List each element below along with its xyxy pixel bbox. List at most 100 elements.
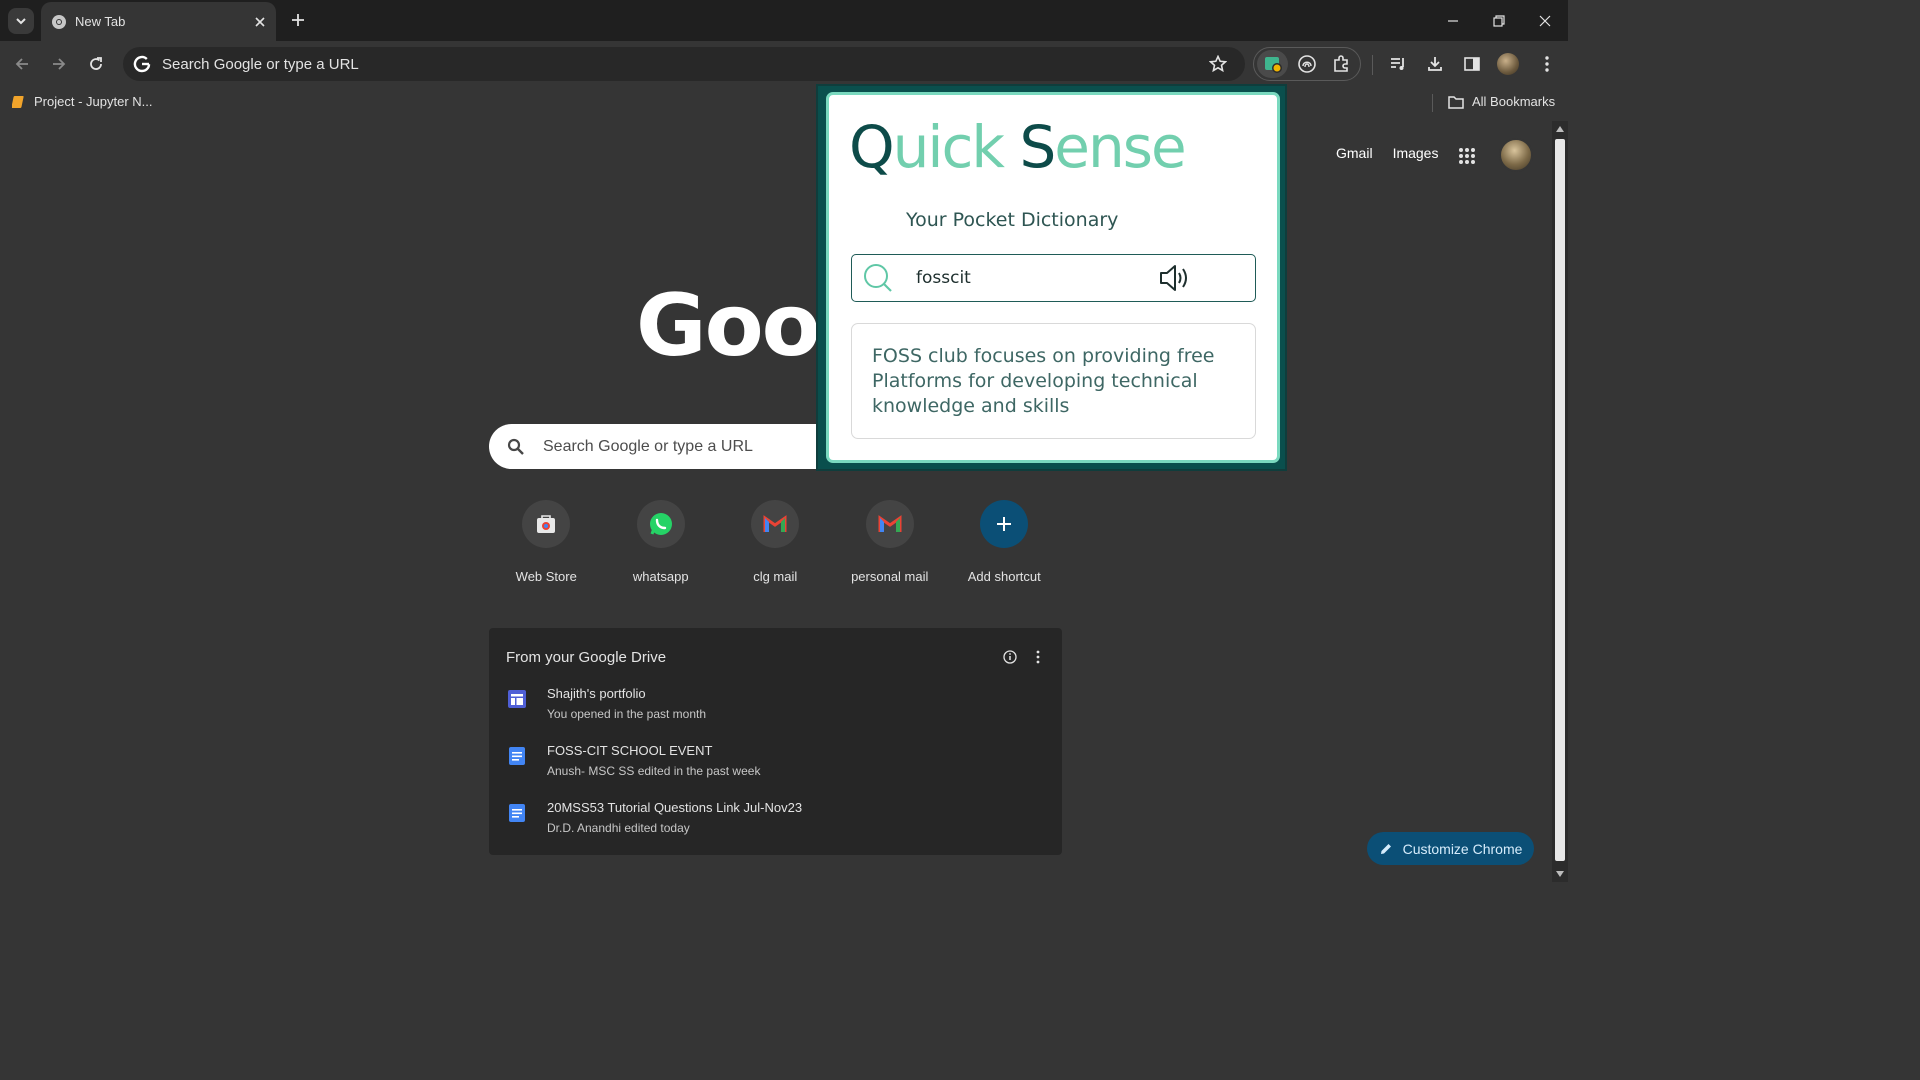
chrome-menu-button[interactable] bbox=[1535, 52, 1559, 76]
customize-chrome-label: Customize Chrome bbox=[1402, 840, 1523, 857]
shortcut-tile bbox=[751, 500, 800, 548]
side-panel-button[interactable] bbox=[1460, 52, 1484, 76]
side-panel-icon bbox=[1464, 57, 1480, 71]
shortcut-clg-mail[interactable]: clg mail bbox=[718, 500, 833, 584]
tab-strip: New Tab bbox=[0, 0, 1568, 41]
all-bookmarks-label: All Bookmarks bbox=[1472, 94, 1556, 109]
word-search-input[interactable]: fosscit bbox=[916, 268, 1155, 288]
quick-sense-extension-icon[interactable] bbox=[1257, 50, 1289, 78]
customize-chrome-button[interactable]: Customize Chrome bbox=[1367, 832, 1534, 865]
tab-new-tab[interactable]: New Tab bbox=[41, 2, 276, 41]
shortcut-label: personal mail bbox=[851, 569, 929, 584]
toolbar: Search Google or type a URL bbox=[0, 41, 1568, 87]
docs-icon bbox=[509, 804, 525, 822]
search-icon bbox=[489, 438, 543, 456]
shortcut-label: clg mail bbox=[753, 569, 798, 584]
drive-item[interactable]: 20MSS53 Tutorial Questions Link Jul-Nov2… bbox=[507, 800, 802, 835]
extensions-group bbox=[1253, 47, 1361, 81]
word-search-field[interactable]: fosscit bbox=[851, 254, 1256, 302]
pencil-icon bbox=[1380, 843, 1391, 854]
bookmark-label: Project - Jupyter N... bbox=[34, 94, 153, 109]
shortcut-label: Web Store bbox=[515, 569, 577, 584]
restore-button[interactable] bbox=[1476, 0, 1522, 41]
shortcut-label: Add shortcut bbox=[967, 569, 1041, 584]
drive-item[interactable]: FOSS-CIT SCHOOL EVENT Anush- MSC SS edit… bbox=[507, 743, 760, 778]
shortcuts-row: Web Store whatsapp clg mail personal mai… bbox=[489, 500, 1062, 584]
close-window-button[interactable] bbox=[1522, 0, 1568, 41]
more-options-icon[interactable] bbox=[1029, 648, 1047, 666]
shortcut-tile bbox=[636, 500, 685, 548]
google-g-icon bbox=[125, 47, 159, 81]
scroll-down-arrow-icon[interactable] bbox=[1556, 870, 1564, 878]
drive-item-name: FOSS-CIT SCHOOL EVENT bbox=[547, 743, 713, 758]
title-uick: uick bbox=[892, 113, 1020, 181]
quick-sense-popup: Quick Sense Your Pocket Dictionary fossc… bbox=[816, 84, 1287, 471]
images-link[interactable]: Images bbox=[1393, 145, 1439, 161]
scroll-thumb[interactable] bbox=[1555, 139, 1565, 861]
page-scrollbar[interactable] bbox=[1552, 121, 1568, 882]
sites-icon bbox=[508, 690, 526, 708]
shortcut-web-store[interactable]: Web Store bbox=[489, 500, 604, 584]
forward-arrow-icon bbox=[53, 58, 66, 70]
gmail-link[interactable]: Gmail bbox=[1336, 145, 1373, 161]
plus-icon bbox=[997, 517, 1012, 531]
fingerprint-extension-icon[interactable] bbox=[1291, 50, 1322, 78]
scroll-up-arrow-icon[interactable] bbox=[1556, 125, 1564, 133]
extensions-puzzle-icon[interactable] bbox=[1326, 50, 1357, 78]
all-bookmarks-button[interactable]: All Bookmarks bbox=[1448, 94, 1555, 109]
info-icon[interactable] bbox=[1001, 648, 1019, 666]
gmail-icon bbox=[878, 515, 902, 532]
gmail-icon bbox=[763, 515, 787, 532]
shortcut-add[interactable]: Add shortcut bbox=[947, 500, 1062, 584]
forward-button[interactable] bbox=[47, 52, 71, 76]
search-icon bbox=[852, 256, 904, 300]
shortcut-tile bbox=[865, 500, 914, 548]
google-apps-button[interactable] bbox=[1455, 144, 1479, 168]
drive-item-activity: You opened in the past month bbox=[547, 707, 707, 721]
shortcut-tile bbox=[980, 500, 1029, 548]
drive-item-activity: Anush- MSC SS edited in the past week bbox=[547, 764, 761, 778]
bookmarks-divider bbox=[1432, 94, 1433, 112]
downloads-button[interactable] bbox=[1423, 52, 1447, 76]
bookmark-jupyter[interactable]: Project - Jupyter N... bbox=[12, 94, 152, 109]
minimize-button[interactable] bbox=[1430, 0, 1476, 41]
tab-search-button[interactable] bbox=[8, 8, 34, 34]
speaker-icon[interactable] bbox=[1155, 258, 1195, 298]
popup-subtitle: Your Pocket Dictionary bbox=[906, 209, 1119, 231]
download-icon bbox=[1428, 57, 1442, 71]
address-bar[interactable]: Search Google or type a URL bbox=[123, 47, 1245, 81]
shortcut-tile bbox=[522, 500, 571, 548]
chevron-down-icon bbox=[16, 18, 26, 25]
profile-avatar[interactable] bbox=[1497, 53, 1519, 75]
restore-icon bbox=[1493, 14, 1505, 27]
folder-icon bbox=[1448, 95, 1464, 109]
tab-title: New Tab bbox=[75, 14, 126, 29]
drive-item-name: 20MSS53 Tutorial Questions Link Jul-Nov2… bbox=[547, 800, 803, 815]
drive-card-title: From your Google Drive bbox=[506, 649, 667, 666]
minimize-icon bbox=[1448, 19, 1458, 22]
media-queue-icon bbox=[1391, 58, 1404, 70]
shortcut-whatsapp[interactable]: whatsapp bbox=[604, 500, 719, 584]
back-arrow-icon bbox=[15, 58, 28, 70]
new-tab-button[interactable] bbox=[288, 10, 308, 30]
account-avatar[interactable] bbox=[1499, 138, 1533, 172]
bookmark-star-icon[interactable] bbox=[1201, 47, 1235, 81]
kebab-menu-icon bbox=[1545, 56, 1549, 72]
close-icon bbox=[1539, 15, 1551, 26]
media-controls-button[interactable] bbox=[1386, 52, 1410, 76]
apps-grid-icon bbox=[1459, 148, 1475, 164]
shortcut-label: whatsapp bbox=[632, 569, 689, 584]
title-ense: ense bbox=[1054, 113, 1186, 181]
back-button[interactable] bbox=[10, 52, 34, 76]
chrome-icon bbox=[51, 14, 67, 30]
reload-button[interactable] bbox=[84, 52, 108, 76]
popup-card: Quick Sense Your Pocket Dictionary fossc… bbox=[826, 92, 1280, 463]
close-tab-icon[interactable] bbox=[250, 12, 270, 32]
title-letter-q: Q bbox=[849, 113, 895, 181]
shortcut-personal-mail[interactable]: personal mail bbox=[833, 500, 948, 584]
drive-item-name: Shajith's portfolio bbox=[547, 686, 646, 701]
google-drive-card: From your Google Drive Shajith's portfol… bbox=[489, 628, 1062, 855]
title-letter-s: S bbox=[1019, 113, 1056, 181]
drive-item[interactable]: Shajith's portfolio You opened in the pa… bbox=[507, 686, 706, 721]
google-logo: Goog bbox=[636, 276, 818, 376]
